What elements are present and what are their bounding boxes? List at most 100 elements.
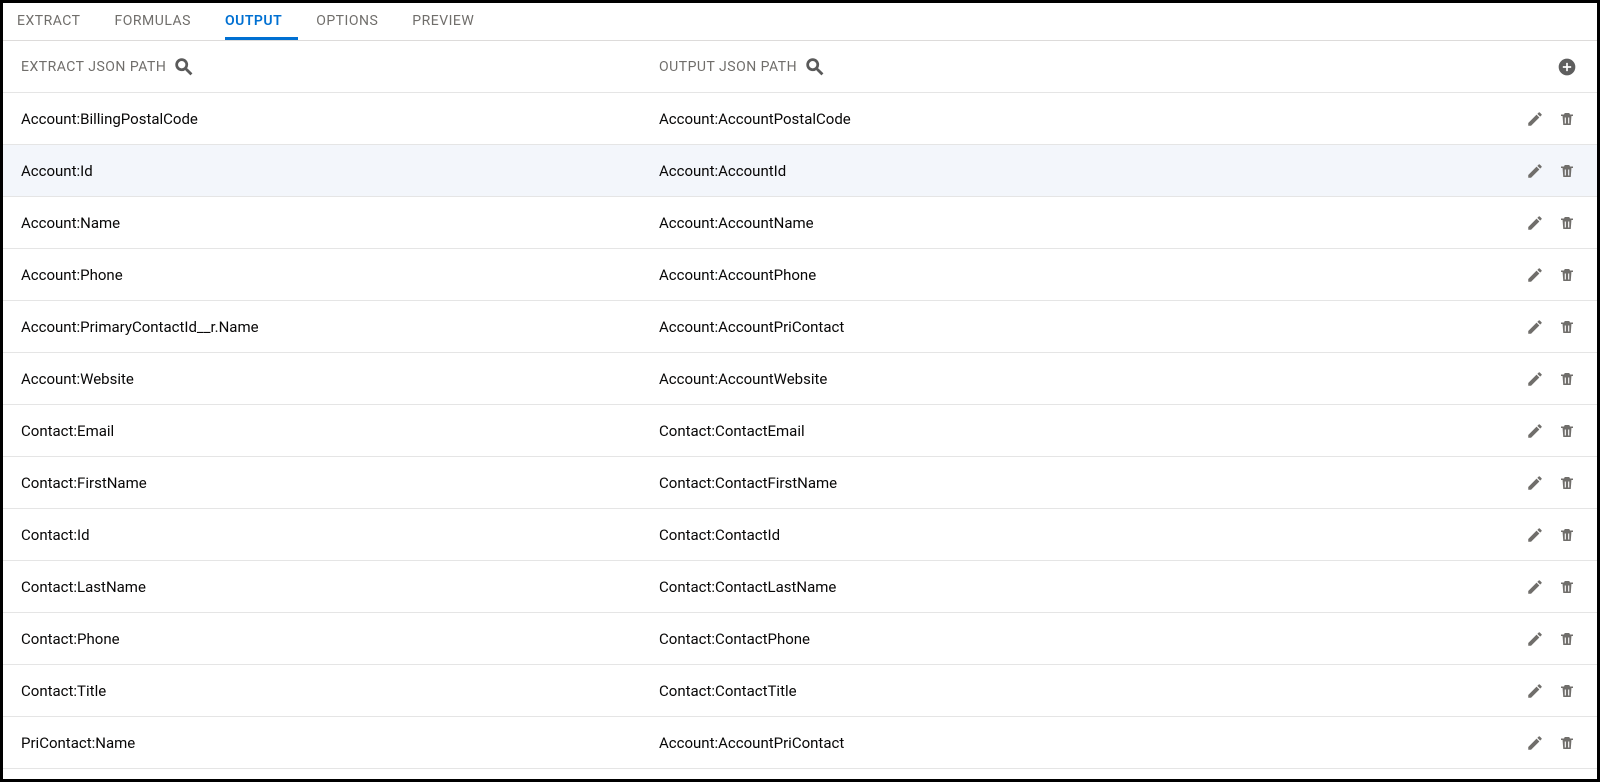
mapping-row: Contact:Title Contact:ContactTitle <box>3 665 1597 717</box>
row-actions <box>1523 627 1579 651</box>
output-path-cell: Contact:ContactLastName <box>659 578 1523 596</box>
extract-path-value: Account:Website <box>21 370 134 388</box>
trash-icon[interactable] <box>1555 315 1579 339</box>
mapping-row: Contact:Phone Contact:ContactPhone <box>3 613 1597 665</box>
add-icon[interactable] <box>1555 55 1579 79</box>
output-path-value: Contact:ContactEmail <box>659 422 805 440</box>
search-icon[interactable] <box>172 55 196 79</box>
row-actions <box>1523 211 1579 235</box>
pencil-icon[interactable] <box>1523 523 1547 547</box>
extract-path-cell: Contact:Email <box>21 422 659 440</box>
extract-path-value: Account:BillingPostalCode <box>21 110 198 128</box>
extract-path-value: Contact:Phone <box>21 630 120 648</box>
mapping-row: Account:Id Account:AccountId <box>3 145 1597 197</box>
output-path-cell: Account:AccountWebsite <box>659 370 1523 388</box>
row-actions <box>1523 315 1579 339</box>
row-actions <box>1523 523 1579 547</box>
mapping-row: Account:BillingPostalCode Account:Accoun… <box>3 93 1597 145</box>
extract-path-value: Contact:LastName <box>21 578 146 596</box>
row-actions <box>1523 731 1579 755</box>
pencil-icon[interactable] <box>1523 471 1547 495</box>
pencil-icon[interactable] <box>1523 263 1547 287</box>
extract-path-value: Account:Id <box>21 162 93 180</box>
output-path-value: Account:AccountName <box>659 214 814 232</box>
extract-path-value: Account:Phone <box>21 266 123 284</box>
mapping-row: Account:Name Account:AccountName <box>3 197 1597 249</box>
pencil-icon[interactable] <box>1523 419 1547 443</box>
extract-path-value: PriContact:Name <box>21 734 135 752</box>
extract-path-cell: Account:Phone <box>21 266 659 284</box>
output-path-cell: Account:AccountPriContact <box>659 318 1523 336</box>
extract-path-value: Contact:Id <box>21 526 90 544</box>
output-path-cell: Account:AccountPriContact <box>659 734 1523 752</box>
tab-preview[interactable]: PREVIEW <box>412 3 490 40</box>
output-path-value: Contact:ContactLastName <box>659 578 836 596</box>
trash-icon[interactable] <box>1555 159 1579 183</box>
trash-icon[interactable] <box>1555 419 1579 443</box>
row-actions <box>1523 419 1579 443</box>
row-actions <box>1523 367 1579 391</box>
mapping-row: PriContact:Name Account:AccountPriContac… <box>3 717 1597 769</box>
output-path-value: Account:AccountWebsite <box>659 370 827 388</box>
pencil-icon[interactable] <box>1523 679 1547 703</box>
row-actions <box>1523 159 1579 183</box>
trash-icon[interactable] <box>1555 263 1579 287</box>
output-path-value: Account:AccountPhone <box>659 266 816 284</box>
output-path-label: OUTPUT JSON PATH <box>659 59 797 75</box>
output-path-value: Contact:ContactFirstName <box>659 474 837 492</box>
trash-icon[interactable] <box>1555 679 1579 703</box>
extract-path-cell: Contact:LastName <box>21 578 659 596</box>
tab-output[interactable]: OUTPUT <box>225 3 298 40</box>
mapping-row: Contact:FirstName Contact:ContactFirstNa… <box>3 457 1597 509</box>
row-actions <box>1523 107 1579 131</box>
output-path-header: OUTPUT JSON PATH <box>659 55 1555 79</box>
extract-path-label: EXTRACT JSON PATH <box>21 59 166 75</box>
output-path-value: Contact:ContactId <box>659 526 780 544</box>
pencil-icon[interactable] <box>1523 367 1547 391</box>
tabs-bar: EXTRACT FORMULAS OUTPUT OPTIONS PREVIEW <box>3 3 1597 41</box>
extract-path-cell: Account:Website <box>21 370 659 388</box>
output-path-cell: Contact:ContactTitle <box>659 682 1523 700</box>
trash-icon[interactable] <box>1555 211 1579 235</box>
trash-icon[interactable] <box>1555 471 1579 495</box>
extract-path-value: Contact:FirstName <box>21 474 147 492</box>
mapping-row: Contact:Email Contact:ContactEmail <box>3 405 1597 457</box>
pencil-icon[interactable] <box>1523 627 1547 651</box>
extract-path-cell: Contact:Title <box>21 682 659 700</box>
pencil-icon[interactable] <box>1523 211 1547 235</box>
pencil-icon[interactable] <box>1523 159 1547 183</box>
extract-path-cell: Account:PrimaryContactId__r.Name <box>21 318 659 336</box>
tab-options[interactable]: OPTIONS <box>316 3 394 40</box>
trash-icon[interactable] <box>1555 367 1579 391</box>
extract-path-cell: Account:Name <box>21 214 659 232</box>
extract-path-value: Contact:Title <box>21 682 106 700</box>
trash-icon[interactable] <box>1555 575 1579 599</box>
trash-icon[interactable] <box>1555 523 1579 547</box>
output-path-value: Account:AccountPostalCode <box>659 110 851 128</box>
mapping-row: Contact:Id Contact:ContactId <box>3 509 1597 561</box>
extract-path-header: EXTRACT JSON PATH <box>21 55 659 79</box>
output-path-cell: Account:AccountName <box>659 214 1523 232</box>
row-actions <box>1523 575 1579 599</box>
pencil-icon[interactable] <box>1523 575 1547 599</box>
tab-formulas[interactable]: FORMULAS <box>115 3 207 40</box>
extract-path-cell: Contact:FirstName <box>21 474 659 492</box>
row-actions <box>1523 471 1579 495</box>
output-path-cell: Account:AccountPhone <box>659 266 1523 284</box>
header-actions <box>1555 55 1579 79</box>
output-path-cell: Contact:ContactEmail <box>659 422 1523 440</box>
extract-path-cell: Contact:Id <box>21 526 659 544</box>
extract-path-cell: Account:Id <box>21 162 659 180</box>
output-path-value: Account:AccountPriContact <box>659 318 844 336</box>
trash-icon[interactable] <box>1555 627 1579 651</box>
mapping-row: Account:PrimaryContactId__r.Name Account… <box>3 301 1597 353</box>
tab-extract[interactable]: EXTRACT <box>17 3 97 40</box>
trash-icon[interactable] <box>1555 107 1579 131</box>
output-path-value: Account:AccountPriContact <box>659 734 844 752</box>
pencil-icon[interactable] <box>1523 731 1547 755</box>
output-path-value: Contact:ContactPhone <box>659 630 810 648</box>
pencil-icon[interactable] <box>1523 107 1547 131</box>
search-icon[interactable] <box>803 55 827 79</box>
trash-icon[interactable] <box>1555 731 1579 755</box>
pencil-icon[interactable] <box>1523 315 1547 339</box>
